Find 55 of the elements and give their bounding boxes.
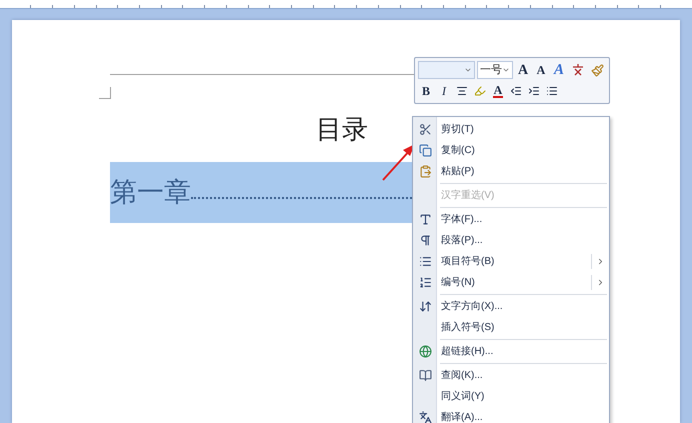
- menu-item[interactable]: 剪切(T): [413, 119, 609, 140]
- menu-item[interactable]: 超链接(H)...: [413, 341, 609, 362]
- bullet-list-icon: [418, 255, 432, 268]
- menu-item-label: 翻译(A)...: [441, 410, 483, 423]
- font-name-field[interactable]: [418, 61, 475, 79]
- menu-item-label: 复制(C): [441, 144, 475, 158]
- highlighter-icon: [474, 85, 486, 97]
- book-icon: [418, 369, 432, 382]
- menu-item-label: 同义词(Y): [441, 390, 484, 404]
- font-icon: [418, 213, 432, 226]
- bold-button[interactable]: B: [418, 82, 434, 100]
- menu-item[interactable]: 复制(C): [413, 140, 609, 161]
- menu-item-label: 汉字重选(V): [441, 188, 494, 203]
- font-size-field[interactable]: 一号: [477, 61, 513, 79]
- menu-item[interactable]: 翻译(A)...: [413, 407, 609, 423]
- font-size-value: 一号: [480, 62, 502, 78]
- menu-item-label: 编号(N): [441, 276, 475, 290]
- numbered-list-icon: [418, 276, 432, 289]
- menu-item-label: 项目符号(B): [441, 255, 494, 269]
- translate-icon: [418, 411, 432, 423]
- menu-item-label: 文字方向(X)...: [441, 300, 503, 314]
- chapter-title: 第一章: [110, 179, 191, 206]
- menu-item-label: 查阅(K)...: [441, 368, 483, 383]
- menu-item-label: 剪切(T): [441, 122, 474, 137]
- menu-item-label: 字体(F)...: [441, 212, 482, 227]
- scissors-icon: [418, 123, 432, 136]
- menu-item[interactable]: 项目符号(B): [413, 251, 609, 272]
- shrink-font-button[interactable]: A: [533, 61, 549, 79]
- menu-item-label: 插入符号(S): [441, 320, 494, 335]
- italic-button[interactable]: I: [436, 82, 452, 100]
- paintbrush-icon: [591, 64, 604, 76]
- outdent-icon: [510, 85, 522, 97]
- globe-icon: [418, 345, 432, 358]
- indent-icon: [528, 85, 540, 97]
- menu-item-label: 粘贴(P): [441, 164, 474, 179]
- font-color-button[interactable]: A: [490, 82, 506, 100]
- copy-icon: [418, 144, 432, 157]
- menu-item[interactable]: 段落(P)...: [413, 230, 609, 251]
- align-center-icon: [456, 85, 468, 97]
- toc-heading: 目录: [316, 113, 368, 145]
- clipboard-icon: [418, 165, 432, 178]
- menu-item[interactable]: 同义词(Y): [413, 386, 609, 407]
- styles-button[interactable]: A: [551, 61, 567, 79]
- menu-item[interactable]: 字体(F)...: [413, 209, 609, 230]
- menu-item-label: 段落(P)...: [441, 234, 483, 248]
- grow-font-button[interactable]: A: [515, 61, 531, 79]
- menu-item[interactable]: 粘贴(P): [413, 161, 609, 182]
- paragraph-icon: [418, 234, 432, 247]
- menu-item[interactable]: 文字方向(X)...: [413, 296, 609, 317]
- menu-item[interactable]: 查阅(K)...: [413, 365, 609, 386]
- margin-corner-mark: [99, 87, 111, 99]
- menu-item-label: 超链接(H)...: [441, 344, 494, 359]
- text-direction-icon: [418, 300, 432, 313]
- menu-item[interactable]: 插入符号(S): [413, 317, 609, 338]
- menu-item[interactable]: 编号(N): [413, 272, 609, 293]
